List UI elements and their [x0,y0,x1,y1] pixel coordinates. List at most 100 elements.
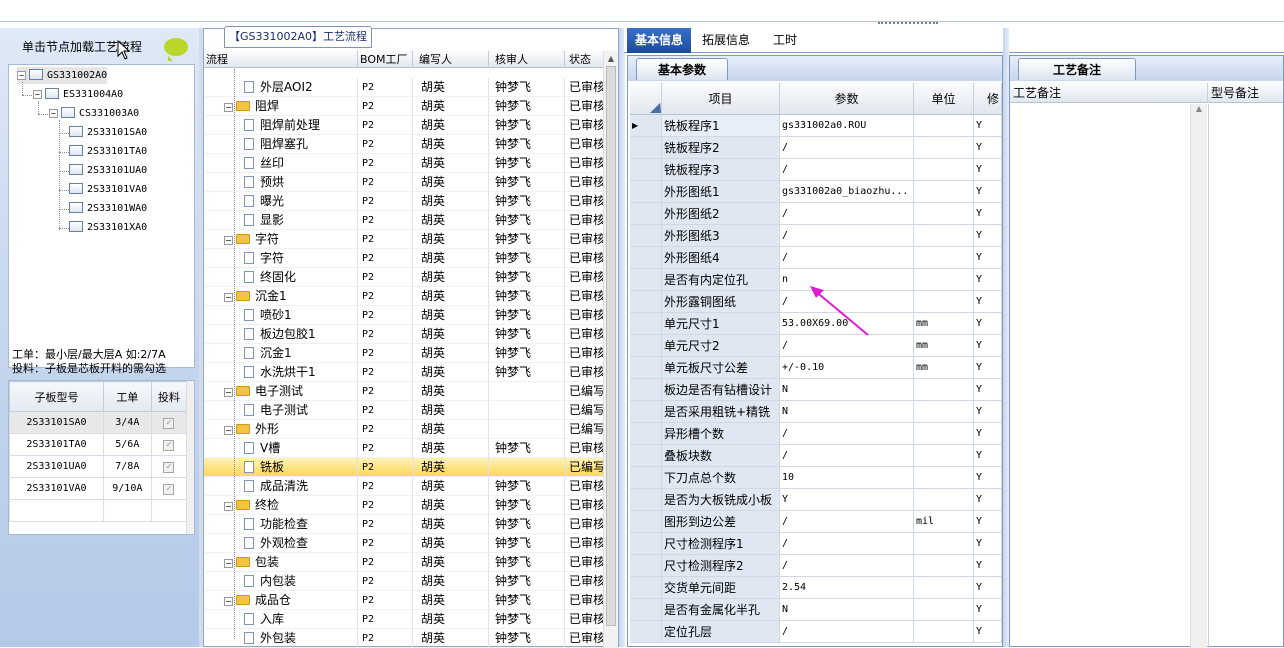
process-row[interactable]: 曝光 P2 胡英 钟梦飞 已审核 [204,192,604,211]
param-unit[interactable] [914,379,974,401]
collapse-icon[interactable]: − [224,426,233,435]
row-indicator[interactable] [630,467,662,489]
row-indicator[interactable] [630,621,662,643]
tree-node[interactable]: 2S33101WA0 [69,200,147,217]
process-row[interactable]: 铣板 P2 胡英 已编写 [204,458,604,477]
chat-bubble-icon[interactable] [164,38,188,61]
mid-splitter[interactable] [619,28,625,647]
param-row[interactable]: 铣板程序3/ Y [630,159,1002,181]
param-value[interactable]: / [780,225,914,247]
param-unit[interactable] [914,533,974,555]
param-row[interactable]: 单元板尺寸公差 +/-0.10 mm Y [630,357,1002,379]
collapse-icon[interactable]: − [17,71,26,80]
param-unit[interactable] [914,445,974,467]
param-flag[interactable]: Y [974,225,1002,247]
sub-board-order[interactable]: 9/10A [102,477,152,500]
collapse-icon[interactable]: − [224,388,233,397]
row-indicator[interactable] [630,445,662,467]
process-row[interactable]: 沉金1 P2 胡英 钟梦飞 已审核 [204,344,604,363]
param-unit[interactable] [914,203,974,225]
param-unit[interactable]: mm [914,357,974,379]
process-title-tab[interactable]: 【GS331002A0】工艺流程 [224,26,372,48]
tree-node[interactable]: 2S33101XA0 [69,219,147,236]
param-flag[interactable]: Y [974,401,1002,423]
param-unit[interactable]: mm [914,313,974,335]
param-value[interactable]: / [780,203,914,225]
param-unit[interactable] [914,621,974,643]
row-indicator[interactable] [630,159,662,181]
param-row[interactable]: 是否采用粗铣+精铣 N Y [630,401,1002,423]
param-value[interactable]: / [780,423,914,445]
row-indicator[interactable] [630,423,662,445]
param-flag[interactable]: Y [974,269,1002,291]
process-row[interactable]: 外观检查 P2 胡英 钟梦飞 已审核 [204,534,604,553]
param-row[interactable]: 外形图纸2/ Y [630,203,1002,225]
param-unit[interactable] [914,115,974,137]
tab-basic-params[interactable]: 基本参数 [636,58,728,80]
collapse-icon[interactable]: − [224,103,233,112]
param-value[interactable]: / [780,511,914,533]
tree-node[interactable]: 2S33101SA0 [69,124,147,141]
param-row[interactable]: 尺寸检测程序2/ Y [630,555,1002,577]
feed-checkbox-cell[interactable]: ✓ [150,411,188,434]
param-unit[interactable] [914,291,974,313]
row-indicator[interactable] [630,137,662,159]
param-unit[interactable]: mil [914,511,974,533]
feed-checkbox[interactable]: ✓ [163,439,175,451]
param-value[interactable]: / [780,291,914,313]
param-row[interactable]: 定位孔层 / Y [630,621,1002,643]
param-unit[interactable] [914,269,974,291]
row-indicator[interactable] [630,335,662,357]
param-value[interactable]: / [780,445,914,467]
process-row[interactable]: 外包装 P2 胡英 钟梦飞 已审核 [204,629,604,648]
param-row[interactable]: 外形图纸3/ Y [630,225,1002,247]
param-row[interactable]: 外形露铜图纸 / Y [630,291,1002,313]
process-scrollbar[interactable]: ▲ [603,51,618,648]
process-row[interactable]: − 阻焊 P2 胡英 钟梦飞 已审核 [204,97,604,116]
feed-checkbox[interactable]: ✓ [163,417,175,429]
row-indicator[interactable] [630,379,662,401]
param-unit[interactable] [914,401,974,423]
param-flag[interactable]: Y [974,445,1002,467]
param-value[interactable]: N [780,599,914,621]
param-row[interactable]: 叠板块数 / Y [630,445,1002,467]
row-indicator[interactable] [630,225,662,247]
param-unit[interactable] [914,599,974,621]
param-flag[interactable]: Y [974,247,1002,269]
row-indicator[interactable] [630,401,662,423]
row-indicator[interactable] [630,247,662,269]
row-indicator[interactable] [630,313,662,335]
param-unit[interactable] [914,159,974,181]
param-flag[interactable]: Y [974,511,1002,533]
process-row[interactable]: 功能检查 P2 胡英 钟梦飞 已审核 [204,515,604,534]
notes-scrollbar[interactable]: ▲ [1190,104,1207,648]
col-sub-model[interactable]: 子板型号 [9,381,104,412]
row-indicator[interactable] [630,489,662,511]
col-order[interactable]: 工单 [102,381,152,412]
param-flag[interactable]: Y [974,621,1002,643]
col-status[interactable]: 状态 [565,51,604,68]
param-value[interactable]: N [780,379,914,401]
param-value[interactable]: N [780,401,914,423]
param-row[interactable]: 图形到边公差 / mil Y [630,511,1002,533]
param-flag[interactable]: Y [974,203,1002,225]
select-all-corner-icon[interactable] [650,103,661,113]
process-row[interactable]: 板边包胶1 P2 胡英 钟梦飞 已审核 [204,325,604,344]
param-flag[interactable]: Y [974,423,1002,445]
sub-board-order[interactable]: 7/8A [102,455,152,478]
param-row[interactable]: 尺寸检测程序1/ Y [630,533,1002,555]
row-indicator[interactable] [630,203,662,225]
param-value[interactable]: n [780,269,914,291]
row-indicator[interactable] [630,511,662,533]
param-row[interactable]: 板边是否有钻槽设计 N Y [630,379,1002,401]
sub-board-row[interactable]: 2S33101TA0 5/6A ✓ [9,433,188,456]
param-value[interactable]: 10 [780,467,914,489]
param-unit[interactable] [914,137,974,159]
scroll-thumb[interactable] [606,66,616,626]
tree-node[interactable]: − ES331004A0 [33,86,123,103]
param-flag[interactable]: Y [974,357,1002,379]
row-indicator[interactable] [630,555,662,577]
process-row[interactable]: 水洗烘干1 P2 胡英 钟梦飞 已审核 [204,363,604,382]
process-row[interactable]: 外层AOI2 P2 胡英 钟梦飞 已审核 [204,78,604,97]
param-unit[interactable] [914,247,974,269]
